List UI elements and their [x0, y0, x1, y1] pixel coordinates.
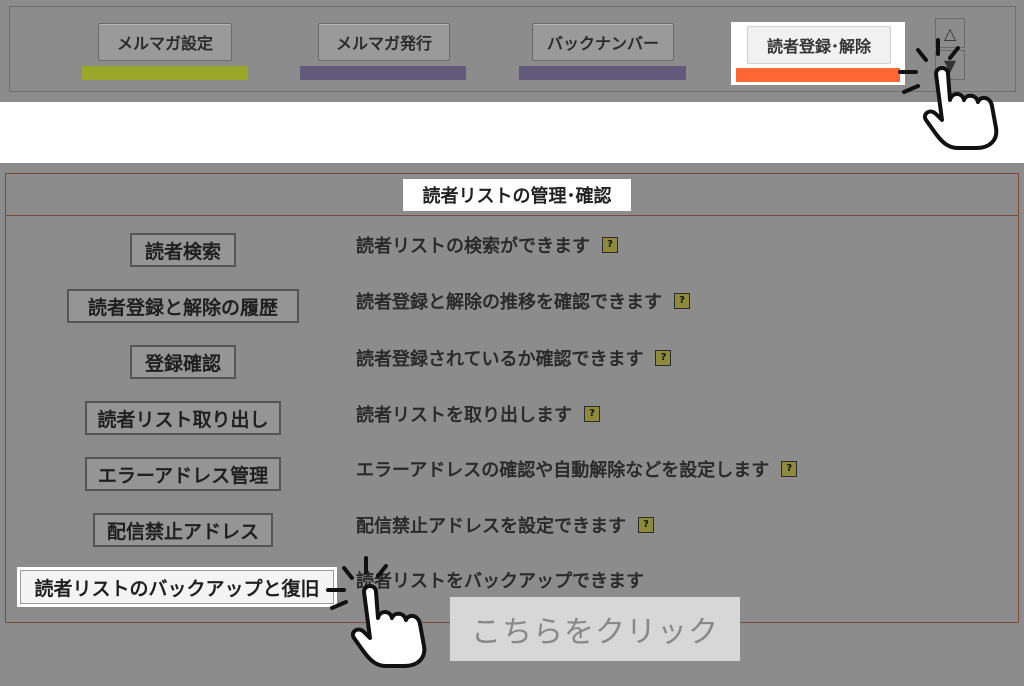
header-divider [5, 215, 1019, 216]
help-icon[interactable]: ? [638, 517, 654, 533]
blocked-address-description: 配信禁止アドレスを設定できます ? [356, 512, 654, 538]
help-icon[interactable]: ? [584, 406, 600, 422]
registration-check-button[interactable]: 登録確認 [130, 345, 236, 379]
description-text: 読者登録と解除の推移を確認できます [356, 292, 662, 313]
error-address-button[interactable]: エラーアドレス管理 [85, 457, 281, 491]
error-address-description: エラーアドレスの確認や自動解除などを設定します ? [356, 456, 798, 482]
tab-indicator-backnumber [519, 66, 686, 80]
tab-backnumber[interactable]: バックナンバー [532, 23, 674, 61]
button-label: エラーアドレス管理 [97, 464, 269, 487]
description-text: 読者リストの検索ができます [356, 236, 590, 257]
reader-list-export-description: 読者リストを取り出します ? [356, 401, 600, 427]
tab-label: メルマガ設定 [116, 34, 213, 53]
description-text: 読者登録されているか確認できます [356, 349, 644, 370]
backup-restore-button[interactable]: 読者リストのバックアップと復旧 [17, 567, 337, 607]
button-label: 読者登録と解除の履歴 [87, 296, 278, 319]
pointer-hand-icon [326, 556, 427, 668]
tab-label: 読者登録･解除 [766, 37, 871, 56]
registration-check-description: 読者登録されているか確認できます ? [356, 345, 672, 371]
register-history-button[interactable]: 読者登録と解除の履歴 [67, 289, 299, 323]
help-icon[interactable]: ? [655, 350, 672, 366]
reader-search-description: 読者リストの検索ができます ? [356, 232, 618, 258]
button-label: 読者リストのバックアップと復旧 [34, 577, 320, 600]
help-icon[interactable]: ? [602, 237, 618, 253]
button-label: 配信禁止アドレス [106, 520, 259, 543]
register-history-description: 読者登録と解除の推移を確認できます ? [356, 288, 690, 314]
tab-melmaga-settings[interactable]: メルマガ設定 [98, 23, 232, 61]
button-label: 読者リスト取り出し [97, 408, 269, 431]
tab-reader-register[interactable]: 読者登録･解除 [747, 26, 891, 64]
description-text: エラーアドレスの確認や自動解除などを設定します [356, 460, 770, 481]
description-text: 読者リストを取り出します [356, 405, 572, 426]
tab-label: メルマガ発行 [335, 34, 432, 53]
reader-search-button[interactable]: 読者検索 [130, 233, 236, 267]
tab-label: バックナンバー [547, 34, 660, 53]
tab-indicator-reader-register [736, 68, 900, 82]
tab-indicator-publish [300, 66, 466, 80]
tab-melmaga-publish[interactable]: メルマガ発行 [318, 23, 450, 61]
help-icon[interactable]: ? [674, 293, 690, 309]
blocked-address-button[interactable]: 配信禁止アドレス [93, 513, 273, 547]
description-text: 配信禁止アドレスを設定できます [356, 516, 626, 537]
button-label: 登録確認 [144, 352, 221, 375]
section-title: 読者リストの管理･確認 [403, 179, 631, 211]
button-label: 読者検索 [144, 240, 221, 263]
pointer-hand-icon [898, 38, 999, 150]
help-icon[interactable]: ? [781, 461, 798, 477]
tab-indicator-settings [82, 66, 248, 80]
reader-list-export-button[interactable]: 読者リスト取り出し [85, 401, 281, 435]
click-here-callout: こちらをクリック [450, 597, 740, 661]
